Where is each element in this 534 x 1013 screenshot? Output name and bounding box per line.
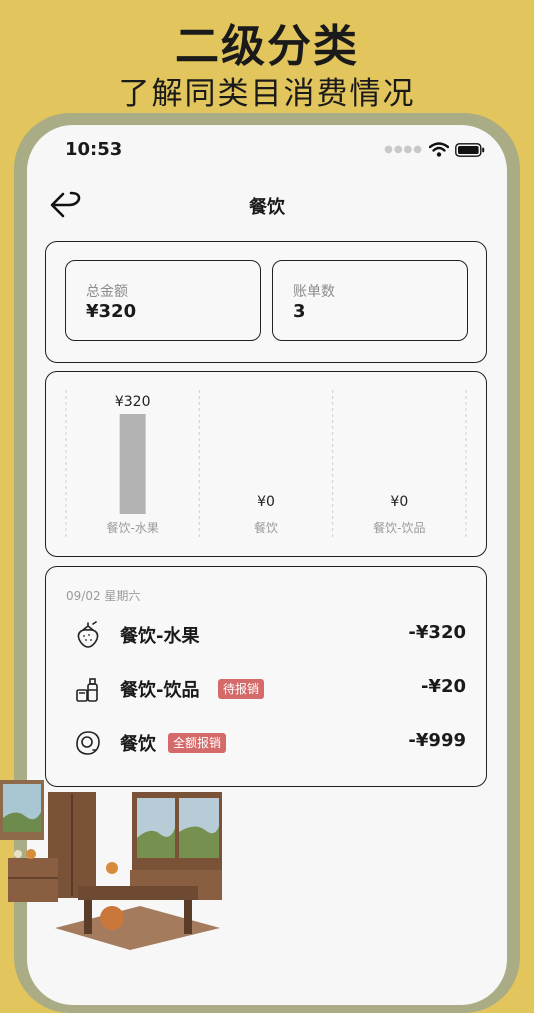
- transaction-row[interactable]: 餐饮-水果 -¥320: [46, 615, 486, 655]
- battery-icon: [455, 142, 485, 157]
- status-icons: ●●●●: [384, 142, 485, 157]
- category-chart-card: ¥320 餐饮-水果 ¥0 餐饮 ¥0 餐饮-饮品: [45, 371, 487, 557]
- reimbursement-pending-badge: 待报销: [218, 679, 265, 699]
- total-amount-value: ¥320: [86, 301, 137, 322]
- drinks-icon: [76, 678, 98, 702]
- total-amount-label: 总金额: [86, 284, 128, 300]
- chart-bar[interactable]: [119, 414, 146, 514]
- transaction-amount: -¥999: [408, 730, 466, 751]
- bill-count-label: 账单数: [293, 284, 335, 300]
- transaction-name: 餐饮-水果: [120, 626, 200, 647]
- transaction-amount: -¥320: [408, 622, 466, 643]
- strawberry-icon: [77, 621, 99, 648]
- total-amount-box: 总金额 ¥320: [65, 260, 261, 341]
- promo-subheadline: 了解同类目消费情况: [118, 76, 416, 112]
- signal-icon: ●●●●: [384, 144, 423, 155]
- summary-card: 总金额 ¥320 账单数 3: [45, 241, 487, 363]
- chart-value-label: ¥0: [257, 494, 275, 510]
- transaction-amount: -¥20: [420, 676, 466, 697]
- chart-category-label: 餐饮-饮品: [373, 520, 425, 535]
- full-reimbursement-badge: 全额报销: [168, 733, 227, 753]
- promo-headline: 二级分类: [175, 21, 359, 72]
- transaction-name: 餐饮-饮品: [120, 680, 200, 701]
- transaction-name: 餐饮: [120, 734, 156, 755]
- wifi-icon: [429, 142, 449, 157]
- bill-count-box: 账单数 3: [272, 260, 468, 341]
- transaction-date: 09/02 星期六: [66, 589, 141, 603]
- room-illustration: [0, 780, 222, 950]
- chart-value-label: ¥0: [390, 494, 408, 510]
- fried-egg-icon: [76, 731, 100, 755]
- bill-count-value: 3: [293, 301, 306, 322]
- transaction-row[interactable]: 餐饮 全额报销 -¥999: [46, 723, 486, 763]
- chart-category-label: 餐饮: [254, 520, 278, 535]
- category-bar-chart: ¥320 餐饮-水果 ¥0 餐饮 ¥0 餐饮-饮品: [65, 390, 467, 538]
- chart-category-label: 餐饮-水果: [106, 520, 158, 535]
- status-time: 10:53: [65, 139, 123, 160]
- page-title: 餐饮: [249, 197, 285, 218]
- transaction-row[interactable]: 餐饮-饮品 待报销 -¥20: [46, 669, 486, 709]
- chart-value-label: ¥320: [115, 394, 151, 410]
- transaction-list-card: 09/02 星期六 餐饮-水果 -¥320 餐饮-饮品 待报销 -¥20 餐饮 …: [45, 566, 487, 787]
